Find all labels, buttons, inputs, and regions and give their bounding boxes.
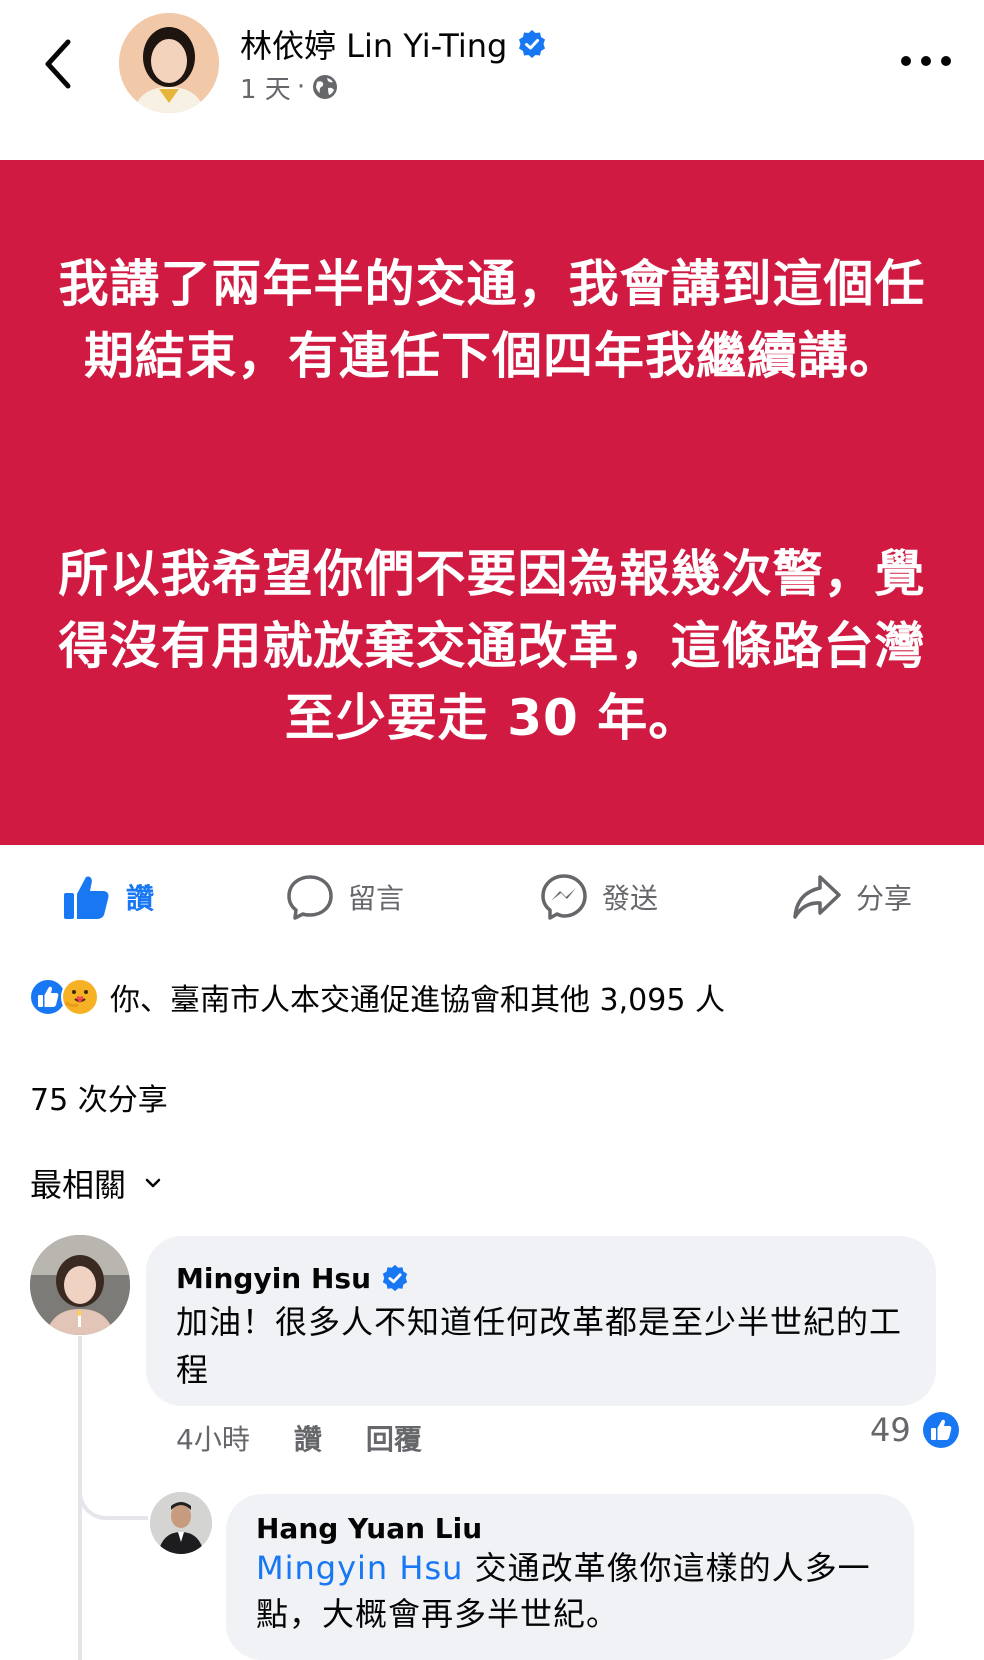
comment-like-button[interactable]: 讚 (294, 1418, 322, 1458)
comment-reply-button[interactable]: 回覆 (366, 1418, 422, 1458)
chevron-left-icon (45, 39, 71, 89)
author-avatar-image (119, 13, 219, 113)
post-image-banner[interactable]: 我講了兩年半的交通，我會講到這個任期結束，有連任下個四年我繼續講。 所以我希望你… (0, 160, 984, 845)
share-button[interactable]: 分享 (792, 862, 912, 932)
back-button[interactable] (34, 34, 84, 94)
banner-text-paragraph-2: 所以我希望你們不要因為報幾次警，覺得沒有用就放棄交通改革，這條路台灣至少要走 3… (58, 545, 926, 747)
comment-like-count: 49 (870, 1411, 911, 1449)
post-action-bar: 讚 留言 發送 分享 (0, 862, 984, 932)
commenter-avatar-image (30, 1235, 130, 1335)
comment-text: 加油！很多人不知道任何改革都是至少半世紀的工程 (176, 1303, 903, 1389)
comment-button[interactable]: 留言 (286, 862, 404, 932)
reactions-summary[interactable]: 你、臺南市人本交通促進協會和其他 3,095 人 (28, 972, 725, 1022)
like-button[interactable]: 讚 (62, 862, 154, 932)
reactions-text: 你、臺南市人本交通促進協會和其他 3,095 人 (110, 983, 725, 1018)
post-time[interactable]: 1 天 (240, 69, 291, 106)
comment-author[interactable]: Mingyin Hsu (176, 1262, 371, 1295)
reply-author-avatar-image (150, 1492, 212, 1554)
reply-author[interactable]: Hang Yuan Liu (256, 1512, 884, 1545)
more-dots-icon (901, 56, 951, 66)
verified-badge-icon (382, 1264, 408, 1292)
author-avatar[interactable] (119, 13, 219, 113)
banner-text-paragraph-1: 我講了兩年半的交通，我會講到這個任期結束，有連任下個四年我繼續講。 (58, 255, 926, 385)
verified-badge-icon (519, 30, 546, 58)
more-options-button[interactable] (896, 46, 956, 76)
messenger-icon (541, 874, 587, 920)
reply-bubble[interactable]: Hang Yuan Liu Mingyin Hsu 交通改革像你這樣的人多一點，… (226, 1494, 914, 1660)
comment-sort-dropdown[interactable]: 最相關 (30, 1160, 162, 1206)
author-name[interactable]: 林依婷 Lin Yi-Ting (240, 21, 507, 67)
comment-time[interactable]: 4小時 (176, 1418, 250, 1458)
meta-separator: · (296, 72, 306, 102)
thread-connector (78, 1460, 148, 1520)
globe-icon (313, 75, 338, 99)
post-header: 林依婷 Lin Yi-Ting 1 天 · (0, 0, 984, 160)
commenter-avatar[interactable] (30, 1235, 130, 1335)
reaction-icons (28, 977, 100, 1017)
like-label: 讚 (126, 882, 155, 915)
send-label: 發送 (602, 882, 659, 915)
reply-text: Mingyin Hsu 交通改革像你這樣的人多一點，大概會再多半世紀。 (256, 1545, 884, 1637)
share-arrow-icon (793, 875, 841, 919)
share-label: 分享 (856, 882, 913, 915)
care-reaction-icon (61, 978, 99, 1016)
comment-meta: 4小時 讚 回覆 (176, 1418, 422, 1458)
reply-mention-link[interactable]: Mingyin Hsu (256, 1549, 463, 1587)
comment-bubble-icon (287, 875, 333, 920)
thumbs-up-icon (64, 876, 109, 919)
chevron-down-icon (145, 1178, 161, 1188)
sort-label: 最相關 (30, 1166, 127, 1204)
comment-bubble[interactable]: Mingyin Hsu 加油！很多人不知道任何改革都是至少半世紀的工程 (146, 1236, 936, 1406)
reply-author-avatar[interactable] (150, 1492, 212, 1554)
comment-likes[interactable]: 49 (870, 1410, 961, 1450)
shares-count[interactable]: 75 次分享 (30, 1075, 168, 1119)
send-button[interactable]: 發送 (540, 862, 658, 932)
like-reaction-icon (922, 1412, 959, 1448)
comment-label: 留言 (348, 882, 405, 915)
